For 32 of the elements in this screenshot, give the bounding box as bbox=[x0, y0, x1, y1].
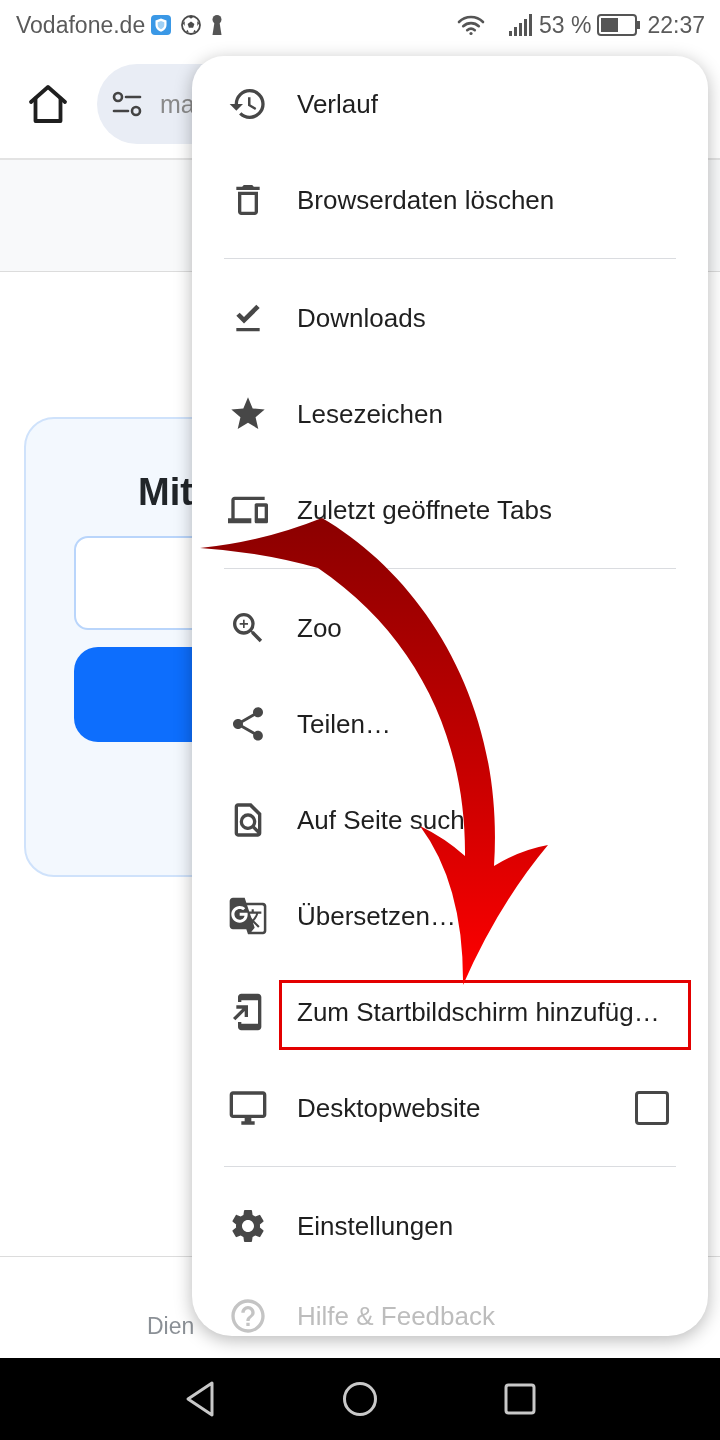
menu-item[interactable]: Übersetzen… bbox=[192, 868, 708, 964]
menu-item[interactable]: Browserdaten löschen bbox=[192, 152, 708, 248]
menu-item[interactable]: Auf Seite such bbox=[192, 772, 708, 868]
home-icon[interactable] bbox=[28, 84, 68, 124]
sliders-icon[interactable] bbox=[112, 91, 142, 117]
footer-text: Dien bbox=[147, 1313, 195, 1339]
menu-item[interactable]: Downloads bbox=[192, 270, 708, 366]
menu-item[interactable]: Zuletzt geöffnete Tabs bbox=[192, 462, 708, 558]
keyhole-icon bbox=[211, 14, 224, 36]
home-icon[interactable] bbox=[342, 1381, 378, 1417]
menu-item[interactable]: Einstellungen bbox=[192, 1178, 708, 1274]
menu-item[interactable]: Lesezeichen bbox=[192, 366, 708, 462]
menu-item[interactable]: Teilen… bbox=[192, 676, 708, 772]
checkbox[interactable] bbox=[635, 1091, 669, 1125]
monitor-icon bbox=[228, 1088, 268, 1128]
shield-icon bbox=[151, 15, 172, 35]
menu-item[interactable]: Desktopwebsite bbox=[192, 1060, 708, 1156]
recents-icon[interactable] bbox=[504, 1383, 536, 1415]
card-title: Mit bbox=[138, 470, 193, 514]
signal-icon bbox=[509, 14, 533, 36]
clock-time: 22:37 bbox=[647, 11, 705, 39]
menu-item[interactable]: Verlauf bbox=[192, 56, 708, 152]
battery-icon bbox=[597, 14, 642, 36]
wifi-icon bbox=[457, 14, 485, 36]
menu-item[interactable]: Zum Startbildschirm hinzufüg… bbox=[192, 964, 708, 1060]
soccer-ball-icon bbox=[181, 15, 202, 35]
translate-icon bbox=[228, 896, 268, 936]
back-icon[interactable] bbox=[184, 1380, 216, 1418]
menu-item[interactable]: Zoo bbox=[192, 580, 708, 676]
battery-percent: 53 % bbox=[539, 11, 592, 39]
help-icon bbox=[228, 1296, 268, 1336]
carrier-name: Vodafone.de bbox=[16, 11, 146, 39]
